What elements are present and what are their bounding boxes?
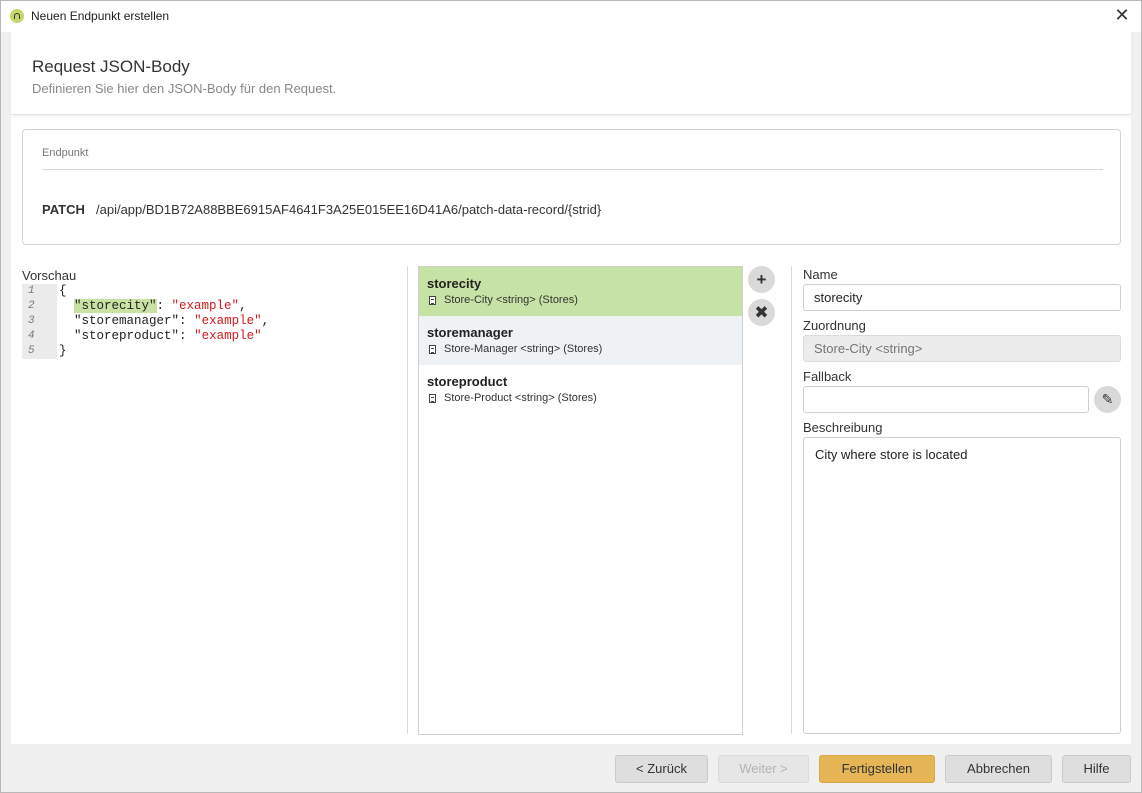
code-line: 5}: [22, 344, 392, 359]
json-preview: 1{ 2 "storecity": "example", 3 "storeman…: [22, 284, 392, 359]
endpoint-path: /api/app/BD1B72A88BBE6915AF4641F3A25E015…: [96, 202, 602, 217]
field-list: storecity Store-City <string> (Stores) s…: [418, 266, 743, 735]
endpoint-panel: Endpunkt PATCH /api/app/BD1B72A88BBE6915…: [22, 129, 1121, 245]
code-line: 2 "storecity": "example",: [22, 299, 392, 314]
list-item-storeproduct[interactable]: storeproduct Store-Product <string> (Sto…: [419, 365, 742, 414]
code-line: 4 "storeproduct": "example": [22, 329, 392, 344]
field-description: Store-City <string> (Stores): [444, 294, 578, 306]
json-value: "example": [194, 314, 262, 328]
document-icon: [429, 393, 436, 403]
field-description: Store-Manager <string> (Stores): [444, 343, 603, 355]
json-key: "storeproduct": [74, 329, 180, 343]
wizard-header: Request JSON-Body Definieren Sie hier de…: [11, 32, 1131, 115]
description-label: Beschreibung: [803, 420, 883, 435]
json-value: "example": [171, 299, 240, 313]
app-logo-icon: [10, 9, 24, 23]
line-number: 4: [22, 329, 57, 344]
next-button[interactable]: Weiter >: [718, 755, 809, 783]
wizard-content: Request JSON-Body Definieren Sie hier de…: [11, 32, 1131, 744]
dialog-window: Neuen Endpunkt erstellen ✕ Request JSON-…: [0, 0, 1142, 793]
pencil-icon: ✎: [1101, 391, 1114, 407]
document-icon: [429, 295, 436, 305]
column-divider: [791, 266, 792, 734]
page-subtitle: Definieren Sie hier den JSON-Body für de…: [32, 81, 337, 96]
json-separator: :: [156, 299, 172, 313]
help-button[interactable]: Hilfe: [1062, 755, 1131, 783]
line-number: 5: [22, 344, 57, 359]
column-divider: [407, 266, 408, 734]
finish-button[interactable]: Fertigstellen: [819, 755, 935, 783]
json-key: "storemanager": [74, 314, 180, 328]
code-line: 3 "storemanager": "example",: [22, 314, 392, 329]
fallback-label: Fallback: [803, 369, 852, 384]
field-description: Store-Product <string> (Stores): [444, 392, 597, 404]
http-method: PATCH: [42, 202, 85, 217]
code-line: 1{: [22, 284, 392, 299]
document-icon: [429, 344, 436, 354]
field-name: storeproduct: [427, 374, 508, 389]
json-separator: :: [179, 329, 195, 343]
cancel-button[interactable]: Abbrechen: [945, 755, 1052, 783]
code-brace: }: [59, 344, 67, 358]
code-brace: {: [59, 284, 67, 298]
mapping-field: [803, 335, 1121, 362]
name-label: Name: [803, 267, 838, 282]
line-number: 1: [22, 284, 57, 299]
button-bar: < Zurück Weiter > Fertigstellen Abbreche…: [1, 744, 1141, 792]
window-title: Neuen Endpunkt erstellen: [31, 9, 170, 23]
endpoint-label: Endpunkt: [42, 147, 89, 159]
add-field-button[interactable]: +: [748, 266, 775, 293]
list-item-storecity[interactable]: storecity Store-City <string> (Stores): [419, 267, 742, 316]
json-comma: ,: [239, 299, 247, 313]
close-icon[interactable]: ✕: [1113, 6, 1131, 24]
name-input[interactable]: [803, 284, 1121, 311]
json-value: "example": [194, 329, 262, 343]
remove-field-button[interactable]: ✖: [748, 299, 775, 326]
title-bar: Neuen Endpunkt erstellen ✕: [1, 1, 1141, 32]
edit-fallback-button[interactable]: ✎: [1094, 386, 1121, 413]
json-separator: :: [179, 314, 195, 328]
list-item-storemanager[interactable]: storemanager Store-Manager <string> (Sto…: [419, 316, 742, 365]
line-number: 3: [22, 314, 57, 329]
mapping-label: Zuordnung: [803, 318, 866, 333]
back-button[interactable]: < Zurück: [615, 755, 708, 783]
page-title: Request JSON-Body: [32, 57, 190, 76]
json-key-highlighted: "storecity": [74, 299, 157, 313]
fallback-input[interactable]: [803, 386, 1089, 413]
line-number: 2: [22, 299, 57, 314]
preview-label: Vorschau: [22, 268, 77, 283]
field-name: storecity: [427, 276, 482, 291]
description-textarea[interactable]: City where store is located: [803, 437, 1121, 734]
field-name: storemanager: [427, 325, 513, 340]
endpoint-divider: [42, 169, 1103, 170]
json-comma: ,: [261, 314, 270, 328]
